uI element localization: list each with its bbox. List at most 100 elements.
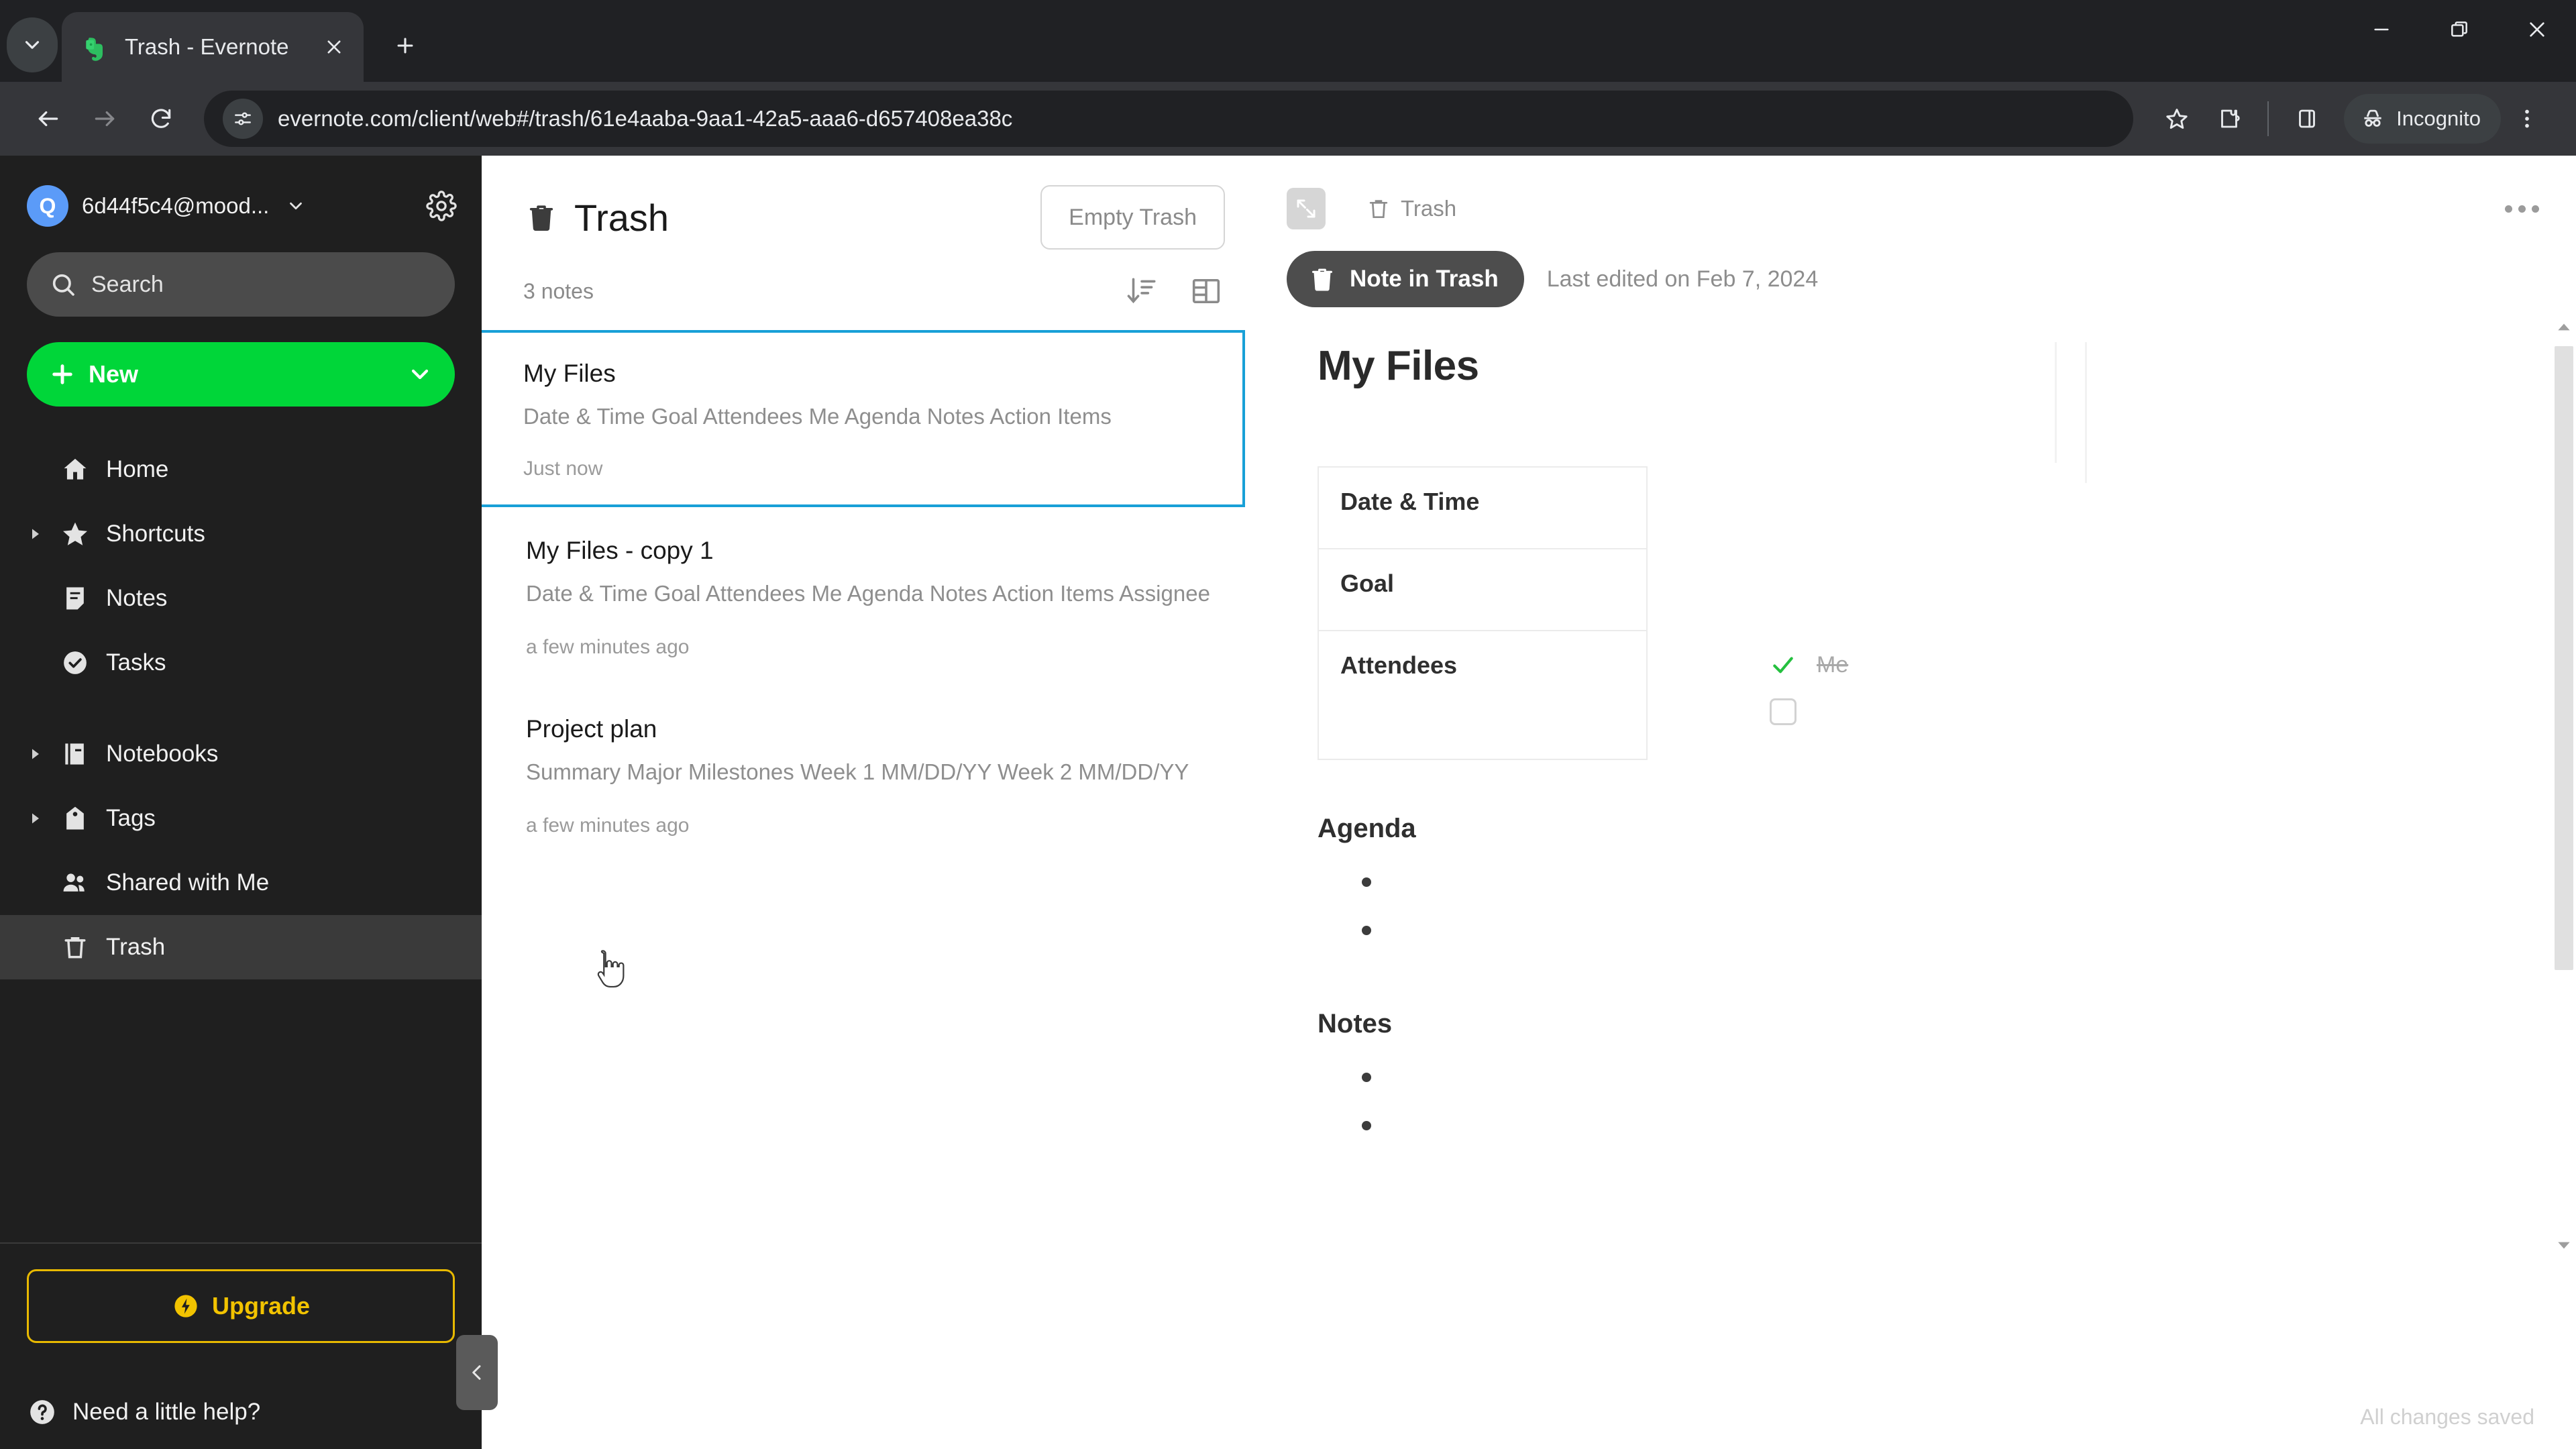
tab-search-button[interactable] (7, 17, 58, 72)
star-icon (2166, 109, 2188, 129)
chevron-down-icon[interactable] (407, 361, 433, 388)
search-placeholder: Search (91, 271, 164, 297)
table-cell-value[interactable] (1647, 467, 2451, 549)
sidebar-item-shared-with-me[interactable]: Shared with Me (0, 851, 482, 915)
sort-descending-icon[interactable] (1123, 272, 1161, 310)
extensions-button[interactable] (2203, 93, 2255, 145)
sidebar-item-home[interactable]: Home (0, 437, 482, 502)
note-title[interactable]: My Files (1318, 342, 2496, 390)
kebab-menu-icon (2525, 109, 2529, 128)
caret-right-icon[interactable] (27, 810, 44, 827)
forward-arrow-icon (95, 111, 115, 127)
last-edited-text: Last edited on Feb 7, 2024 (1546, 266, 1819, 292)
new-note-button[interactable]: New (27, 342, 455, 407)
sidebar-item-tags[interactable]: Tags (0, 786, 482, 851)
table-row[interactable]: Goal (1318, 548, 2451, 631)
close-window-button[interactable] (2498, 0, 2576, 59)
help-button[interactable]: Need a little help? (27, 1343, 455, 1449)
status-badge[interactable]: Note in Trash (1287, 251, 1524, 307)
gear-icon[interactable] (424, 189, 459, 223)
editor-scrollbar[interactable] (2552, 307, 2576, 1385)
sidebar-item-notebooks[interactable]: Notebooks (0, 722, 482, 786)
table-cell-value[interactable] (1647, 549, 2451, 631)
close-icon[interactable] (318, 31, 350, 63)
list-item[interactable] (1318, 1102, 2496, 1150)
editor-body[interactable]: My Files Date & Time Goal Attendees Me A… (1260, 307, 2576, 1385)
evernote-elephant-icon (80, 32, 110, 62)
back-button[interactable] (20, 91, 76, 147)
browser-menu-button[interactable] (2501, 93, 2553, 145)
trash-icon (1369, 200, 1388, 219)
collapse-sidebar-button[interactable] (456, 1335, 498, 1410)
expand-diagonal-icon[interactable] (1287, 188, 1326, 229)
editor-toolbar: Trash (1260, 156, 2576, 241)
people-icon (59, 867, 91, 899)
reload-button[interactable] (133, 91, 189, 147)
list-item[interactable] (1318, 1054, 2496, 1102)
evernote-app: Q 6d44f5c4@mood... Search New Home Short… (0, 156, 2576, 1449)
note-list-header: Trash Empty Trash 3 notes (482, 156, 1260, 310)
caret-right-icon[interactable] (27, 525, 44, 543)
empty-trash-button[interactable]: Empty Trash (1040, 185, 1225, 250)
sidebar-item-notes[interactable]: Notes (0, 566, 482, 631)
question-circle-icon (30, 1400, 54, 1424)
search-input[interactable]: Search (27, 252, 455, 317)
agenda-bullets (1318, 859, 2496, 955)
url-text: evernote.com/client/web#/trash/61e4aaba-… (278, 106, 1013, 131)
site-settings-icon[interactable] (223, 99, 263, 139)
sidebar-item-trash[interactable]: Trash (0, 915, 482, 979)
notes-section: Notes (1318, 1009, 2496, 1150)
todo-item-checked[interactable]: Me (1669, 651, 2430, 678)
bookmark-button[interactable] (2151, 93, 2203, 145)
sidebar-item-tasks[interactable]: Tasks (0, 631, 482, 695)
table-cell-value[interactable]: Me (1647, 630, 2451, 759)
status-badge-label: Note in Trash (1350, 266, 1499, 292)
chevron-down-icon[interactable] (282, 193, 309, 219)
table-row[interactable]: Date & Time (1318, 466, 2451, 549)
caret-right-icon[interactable] (27, 745, 44, 763)
note-list-item[interactable]: Project plan Summary Major Milestones We… (482, 686, 1260, 864)
section-heading: Agenda (1318, 814, 1416, 843)
bolt-icon (174, 1295, 197, 1318)
list-item[interactable] (1318, 859, 2496, 907)
note-item-timestamp: a few minutes ago (526, 814, 690, 837)
minimize-button[interactable] (2343, 0, 2420, 59)
list-item[interactable] (1318, 907, 2496, 955)
note-list-item[interactable]: My Files - copy 1 Date & Time Goal Atten… (482, 507, 1260, 686)
agenda-section: Agenda (1318, 814, 2496, 955)
forward-button[interactable] (76, 91, 133, 147)
table-row[interactable]: Attendees Me (1318, 630, 2451, 760)
browser-tab[interactable]: Trash - Evernote (62, 12, 364, 82)
tag-icon (59, 802, 91, 835)
toolbar-divider (2267, 101, 2269, 136)
sidebar-nav: Home Shortcuts Notes Tasks Notebooks Tag… (0, 437, 482, 979)
editor-status-row: Note in Trash Last edited on Feb 7, 2024 (1260, 241, 2576, 307)
app-sidebar: Q 6d44f5c4@mood... Search New Home Short… (0, 156, 498, 1449)
sidebar-item-shortcuts[interactable]: Shortcuts (0, 502, 482, 566)
account-row[interactable]: Q 6d44f5c4@mood... (0, 156, 482, 227)
scrollbar-thumb[interactable] (2555, 346, 2573, 970)
address-bar[interactable]: evernote.com/client/web#/trash/61e4aaba-… (204, 91, 2134, 147)
section-heading: Notes (1318, 1009, 1393, 1038)
note-list-item[interactable]: My Files Date & Time Goal Attendees Me A… (482, 330, 1245, 507)
scroll-up-arrow-icon[interactable] (2552, 315, 2576, 339)
window-controls (2343, 0, 2576, 82)
reload-icon (151, 109, 171, 128)
layout-view-icon[interactable] (1187, 272, 1225, 310)
note-list-actions (1123, 272, 1225, 310)
breadcrumb[interactable]: Trash (1366, 196, 1456, 221)
side-panel-button[interactable] (2281, 93, 2333, 145)
incognito-profile-button[interactable]: Incognito (2344, 94, 2501, 144)
home-icon (59, 453, 91, 486)
maximize-button[interactable] (2420, 0, 2498, 59)
more-options-icon[interactable] (2498, 185, 2545, 232)
todo-checkbox-empty[interactable] (1770, 698, 1796, 725)
sidebar-item-label: Notebooks (106, 741, 219, 767)
editor-content: My Files Date & Time Goal Attendees Me A… (1260, 342, 2576, 1150)
save-status: All changes saved (2360, 1404, 2534, 1429)
check-icon[interactable] (1770, 651, 1796, 678)
upgrade-button[interactable]: Upgrade (27, 1269, 455, 1343)
note-list-title-row: Trash Empty Trash (523, 185, 1225, 250)
new-tab-button[interactable] (380, 20, 431, 71)
scroll-down-arrow-icon[interactable] (2552, 1233, 2576, 1257)
